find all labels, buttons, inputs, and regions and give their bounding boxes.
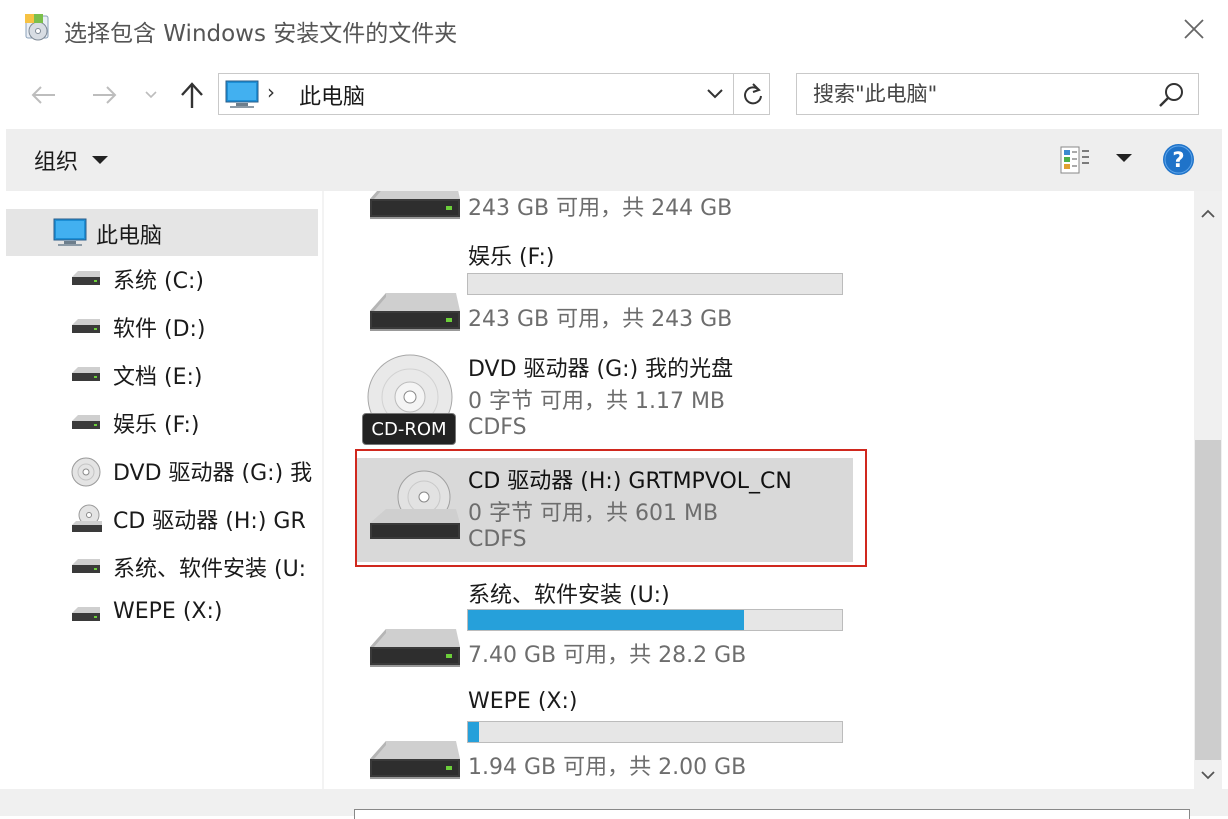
search-input[interactable] [813, 78, 1133, 110]
back-button[interactable] [22, 76, 66, 114]
hard-drive-icon [364, 283, 464, 343]
hard-drive-icon [70, 555, 102, 579]
scroll-up-button[interactable] [1194, 199, 1222, 227]
sidebar-item-drive-d[interactable]: 软件 (D:) [0, 305, 322, 349]
drive-free-space: 0 字节 可用，共 1.17 MB [468, 389, 726, 414]
address-bar[interactable]: › 此电脑 [218, 73, 770, 115]
dvd-drive-icon [71, 457, 101, 487]
forward-button[interactable] [82, 76, 126, 114]
arrow-left-icon [31, 86, 55, 104]
hard-drive-icon [70, 603, 102, 627]
arrow-up-icon [181, 82, 203, 108]
sidebar-item-label: 此电脑 [96, 224, 163, 249]
drive-tile-u[interactable]: 系统、软件安装 (U:) 7.40 GB 可用，共 28.2 GB [354, 569, 874, 681]
window-title: 选择包含 Windows 安装文件的文件夹 [64, 21, 458, 47]
close-button[interactable] [1166, 8, 1222, 50]
drive-name: 娱乐 (F:) [468, 245, 555, 270]
change-view-icon[interactable] [1058, 143, 1092, 177]
sidebar-item-this-pc[interactable]: 此电脑 [6, 209, 318, 256]
sidebar-item-label: CD 驱动器 (H:) GR [113, 509, 306, 534]
sidebar-item-label: 系统 (C:) [113, 269, 204, 294]
setup-disc-icon [25, 14, 49, 41]
scroll-down-button[interactable] [1194, 761, 1222, 789]
this-pc-icon [225, 80, 259, 108]
svg-text:?: ? [1172, 148, 1184, 172]
sidebar-item-drive-c[interactable]: 系统 (C:) [0, 257, 322, 301]
chevron-down-icon [707, 89, 723, 99]
hard-drive-icon [70, 267, 102, 291]
hard-drive-icon [364, 731, 464, 789]
this-pc-icon [53, 218, 87, 246]
drive-name: WEPE (X:) [468, 689, 578, 714]
arrow-right-icon [93, 86, 117, 104]
drive-tile-e[interactable]: 243 GB 可用，共 244 GB [354, 191, 874, 228]
up-button[interactable] [172, 76, 212, 114]
breadcrumb-this-pc[interactable]: 此电脑 [299, 79, 365, 111]
hard-drive-icon [364, 619, 464, 679]
drive-free-space: 243 GB 可用，共 243 GB [468, 307, 733, 332]
recent-locations-button[interactable] [140, 76, 162, 114]
sidebar-item-drive-e[interactable]: 文档 (E:) [0, 353, 322, 397]
chevron-down-icon [145, 91, 157, 99]
drive-free-space: 243 GB 可用，共 244 GB [468, 196, 733, 221]
drive-usage-bar [467, 721, 843, 743]
help-icon[interactable]: ? [1162, 143, 1195, 176]
navigation-pane: 此电脑 系统 (C:) 软件 (D:) 文档 (E:) 娱乐 (F:) DVD … [0, 191, 322, 789]
sidebar-item-label: 系统、软件安装 (U: [113, 557, 307, 582]
view-options-caret-icon[interactable] [1116, 154, 1132, 162]
sidebar-item-label: 娱乐 (F:) [113, 413, 200, 438]
refresh-button[interactable] [733, 74, 771, 114]
search-box[interactable] [796, 73, 1199, 115]
hard-drive-icon [70, 411, 102, 435]
sidebar-item-label: 软件 (D:) [113, 317, 206, 342]
sidebar-item-label: 文档 (E:) [113, 365, 203, 390]
caret-down-icon [92, 156, 109, 164]
drive-file-system: CDFS [468, 415, 527, 440]
breadcrumb-separator[interactable]: › [267, 80, 275, 104]
address-dropdown-button[interactable] [697, 74, 733, 114]
drive-name: DVD 驱动器 (G:) 我的光盘 [468, 357, 734, 382]
drive-free-space: 7.40 GB 可用，共 28.2 GB [468, 643, 747, 668]
sidebar-item-drive-g[interactable]: DVD 驱动器 (G:) 我 [0, 449, 322, 493]
sidebar-item-label: WEPE (X:) [113, 599, 223, 624]
drive-usage-bar [467, 273, 843, 295]
sidebar-item-label: DVD 驱动器 (G:) 我 [113, 461, 313, 486]
drive-tile-f[interactable]: 娱乐 (F:) 243 GB 可用，共 243 GB [354, 233, 874, 345]
chevron-down-icon [1201, 770, 1215, 779]
drive-usage-bar [467, 609, 843, 631]
cd-rom-badge: CD-ROM [362, 413, 456, 445]
search-icon[interactable] [1155, 80, 1187, 110]
hard-drive-icon [364, 191, 464, 231]
sidebar-item-drive-u[interactable]: 系统、软件安装 (U: [0, 545, 322, 589]
sidebar-item-drive-h[interactable]: CD 驱动器 (H:) GR [0, 497, 322, 541]
cd-drive-icon [72, 504, 102, 532]
command-bar: 组织 ? [6, 129, 1222, 191]
folder-path-input[interactable] [354, 809, 1190, 819]
drive-tile-x[interactable]: WEPE (X:) 1.94 GB 可用，共 2.00 GB [354, 681, 874, 789]
selection-outline [355, 449, 867, 567]
hard-drive-icon [70, 315, 102, 339]
drive-free-space: 1.94 GB 可用，共 2.00 GB [468, 755, 747, 780]
scrollbar-thumb[interactable] [1195, 440, 1221, 760]
hard-drive-icon [70, 363, 102, 387]
sidebar-item-drive-f[interactable]: 娱乐 (F:) [0, 401, 322, 445]
bottom-panel [0, 789, 1228, 819]
organize-label: 组织 [34, 150, 79, 175]
close-icon [1184, 19, 1204, 39]
vertical-scrollbar[interactable] [1194, 191, 1222, 789]
sidebar-item-drive-x[interactable]: WEPE (X:) [0, 593, 322, 637]
refresh-icon [743, 83, 762, 105]
organize-menu-button[interactable]: 组织 [34, 143, 109, 177]
chevron-up-icon [1201, 209, 1215, 218]
drive-name: 系统、软件安装 (U:) [468, 583, 670, 608]
title-bar: 选择包含 Windows 安装文件的文件夹 [0, 0, 1228, 58]
file-list: 243 GB 可用，共 244 GB 娱乐 (F:) 243 GB 可用，共 2… [324, 191, 1194, 789]
